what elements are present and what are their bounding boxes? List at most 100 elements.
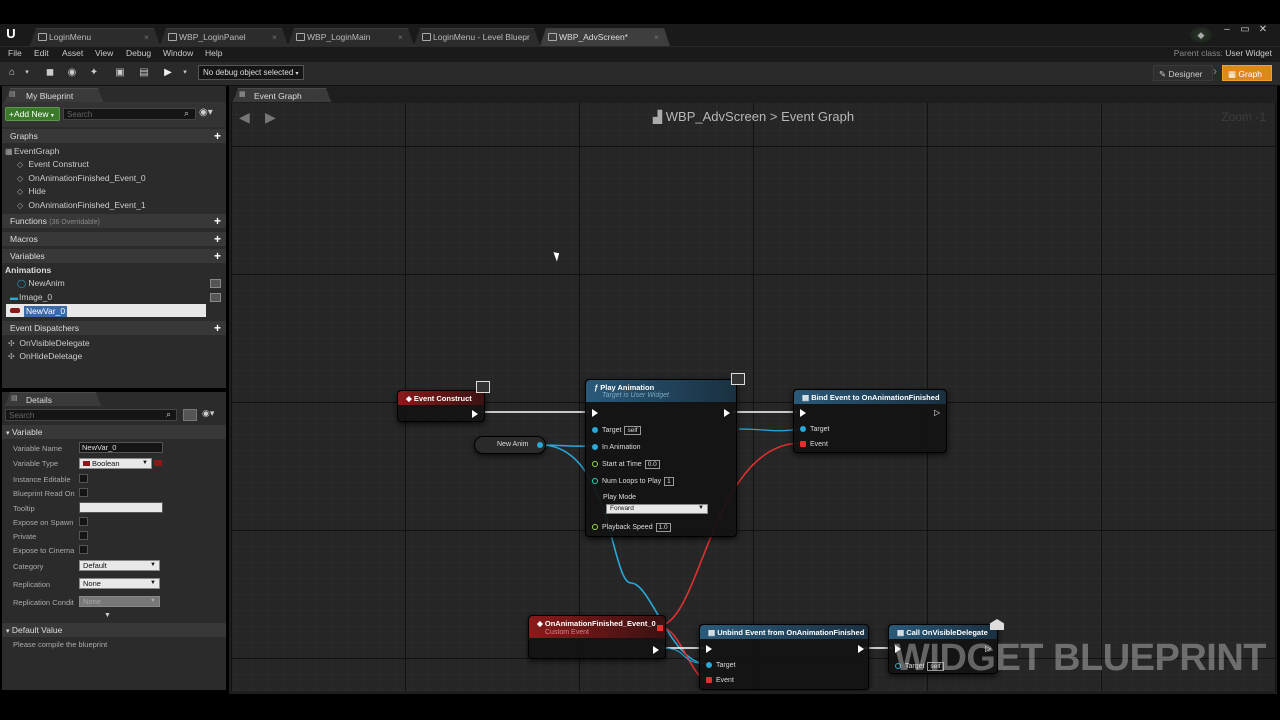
tree-item-animations[interactable]: Animations <box>5 265 51 278</box>
in-animation-pin[interactable]: In Animation <box>592 444 641 451</box>
add-new-button[interactable]: +Add New ▾ <box>5 107 60 121</box>
node-bind-event[interactable]: ▤ Bind Event to OnAnimationFinished ▷ Ta… <box>793 389 947 453</box>
close-icon[interactable]: × <box>398 32 403 42</box>
add-variable-icon[interactable]: + <box>214 249 221 263</box>
exec-in-pin[interactable] <box>800 409 806 417</box>
start-value-input[interactable]: 0.0 <box>644 460 660 469</box>
rep-cond-select[interactable]: None ▼ <box>79 596 160 607</box>
chevron-down-icon[interactable]: ▾ <box>180 66 190 80</box>
bp-read-only-checkbox[interactable] <box>79 488 88 497</box>
object-out-pin[interactable] <box>537 442 543 448</box>
macros-section-header[interactable]: Macros + <box>2 232 226 246</box>
target-pin[interactable]: Target <box>800 426 829 433</box>
comment-bubble-icon[interactable] <box>476 381 490 393</box>
private-checkbox[interactable] <box>79 531 88 540</box>
close-icon[interactable]: × <box>524 32 529 42</box>
variable-name-input[interactable]: NewVar_0 <box>79 442 163 453</box>
event-pin[interactable]: Event <box>800 441 828 448</box>
graphs-section-header[interactable]: Graphs + <box>2 129 226 143</box>
close-icon[interactable]: × <box>144 32 149 42</box>
tab-wbp-advscreen[interactable]: WBP_AdvScreen* × <box>540 28 670 46</box>
menu-edit[interactable]: Edit <box>34 48 49 58</box>
maximize-icon[interactable]: ▭ <box>1236 24 1254 35</box>
tab-my-blueprint[interactable]: My Blueprint <box>5 88 103 102</box>
category-select[interactable]: Default ▼ <box>79 560 160 571</box>
designer-mode-button[interactable]: ✎ Designer <box>1153 65 1213 81</box>
eye-visibility-icon[interactable] <box>210 293 221 302</box>
num-loops-pin[interactable]: Num Loops to Play 1 <box>592 477 674 486</box>
default-value-header[interactable]: ▾ Default Value <box>2 623 226 637</box>
menu-view[interactable]: View <box>95 48 113 58</box>
variable-type-select[interactable]: Boolean ▼ <box>79 458 152 469</box>
find-icon[interactable]: ▣ <box>112 66 128 80</box>
start-at-time-pin[interactable]: Start at Time 0.0 <box>592 460 660 469</box>
expose-spawn-checkbox[interactable] <box>79 517 88 526</box>
settings-icon[interactable]: ▤ <box>136 66 152 80</box>
loops-value-input[interactable]: 1 <box>664 477 674 486</box>
tree-item-event-construct[interactable]: ◇ Event Construct <box>17 159 89 172</box>
menu-file[interactable]: File <box>8 48 22 58</box>
exec-in-pin[interactable] <box>592 409 598 417</box>
tooltip-input[interactable] <box>79 502 163 513</box>
speed-value-input[interactable]: 1.0 <box>655 523 671 532</box>
eye-visibility-icon[interactable] <box>210 279 221 288</box>
graph-canvas[interactable]: ◀ ▶ ▟ WBP_AdvScreen > Event Graph Zoom -… <box>231 103 1276 691</box>
node-unbind-event[interactable]: ▤ Unbind Event from OnAnimationFinished … <box>699 624 869 690</box>
tab-wbp-loginmain[interactable]: WBP_LoginMain × <box>288 28 414 46</box>
exec-out-pin[interactable] <box>472 410 478 418</box>
minimize-icon[interactable]: ‒ <box>1218 24 1236 35</box>
comment-bubble-icon[interactable] <box>731 373 745 385</box>
close-icon[interactable]: × <box>654 32 659 42</box>
delegate-out-pin[interactable] <box>657 625 663 631</box>
target-pin[interactable]: Target self <box>592 426 641 435</box>
compile-icon[interactable]: ◼ <box>42 66 58 80</box>
target-pin[interactable]: Target <box>706 662 735 669</box>
menu-help[interactable]: Help <box>205 48 222 58</box>
instance-editable-checkbox[interactable] <box>79 474 88 483</box>
variable-section-header[interactable]: ▾ Variable <box>2 425 226 439</box>
property-matrix-icon[interactable] <box>183 409 197 421</box>
node-new-anim-getter[interactable]: New Anim <box>474 436 546 454</box>
eye-icon[interactable]: ◉▾ <box>202 408 214 419</box>
my-blueprint-search-input[interactable]: Search <box>63 108 196 120</box>
tree-item-onanimationfinished-0[interactable]: ◇ OnAnimationFinished_Event_0 <box>17 173 146 186</box>
expose-cinema-checkbox[interactable] <box>79 545 88 554</box>
tree-item-eventgraph[interactable]: ▦EventGraph <box>5 146 59 159</box>
tab-event-graph[interactable]: Event Graph <box>233 88 331 102</box>
menu-asset[interactable]: Asset <box>62 48 83 58</box>
advanced-expand-icon[interactable]: ▼ <box>104 612 111 619</box>
menu-window[interactable]: Window <box>163 48 193 58</box>
playback-speed-pin[interactable]: Playback Speed 1.0 <box>592 523 671 532</box>
event-dispatchers-header[interactable]: Event Dispatchers + <box>2 321 226 335</box>
close-window-icon[interactable]: ✕ <box>1254 24 1272 35</box>
event-pin[interactable]: Event <box>706 677 734 684</box>
home-icon[interactable]: ⌂ <box>4 66 20 80</box>
exec-out-pin[interactable] <box>653 646 659 654</box>
add-dispatcher-icon[interactable]: + <box>214 321 221 335</box>
add-macro-icon[interactable]: + <box>214 232 221 246</box>
debug-object-select[interactable]: No debug object selected ▾ <box>198 65 304 80</box>
close-icon[interactable]: × <box>272 32 277 42</box>
eye-icon[interactable]: ◉▾ <box>199 107 213 118</box>
tree-item-onhidedeletage[interactable]: ✣ OnHideDeletage <box>8 351 82 364</box>
menu-debug[interactable]: Debug <box>126 48 151 58</box>
newvar-name-input[interactable]: NewVar_0 <box>24 306 68 317</box>
exec-out-pin[interactable] <box>724 409 730 417</box>
chevron-down-icon[interactable]: ▾ <box>22 66 32 80</box>
exec-in-pin[interactable] <box>706 645 712 653</box>
browse-icon[interactable]: ✦ <box>86 66 102 80</box>
tree-item-newanim[interactable]: ◯ NewAnim <box>17 278 65 291</box>
source-control-icon[interactable]: ◆ <box>1190 27 1212 43</box>
node-event-construct[interactable]: ◆ Event Construct <box>397 390 485 422</box>
tree-item-onanimationfinished-1[interactable]: ◇ OnAnimationFinished_Event_1 <box>17 200 146 213</box>
variables-section-header[interactable]: Variables + <box>2 249 226 263</box>
tree-item-onvisibledelegate[interactable]: ✣ OnVisibleDelegate <box>8 338 90 351</box>
replication-select[interactable]: None ▼ <box>79 578 160 589</box>
save-icon[interactable]: ◉ <box>64 66 80 80</box>
add-function-icon[interactable]: + <box>214 214 221 228</box>
node-play-animation[interactable]: ƒ Play Animation Target is User Widget Ta… <box>585 379 737 537</box>
container-type-icon[interactable] <box>154 460 162 466</box>
graph-mode-button[interactable]: ▦ Graph <box>1222 65 1272 81</box>
tab-level-blueprint[interactable]: LoginMenu - Level Bluepr × <box>414 28 540 46</box>
tree-item-hide[interactable]: ◇ Hide <box>17 186 46 199</box>
